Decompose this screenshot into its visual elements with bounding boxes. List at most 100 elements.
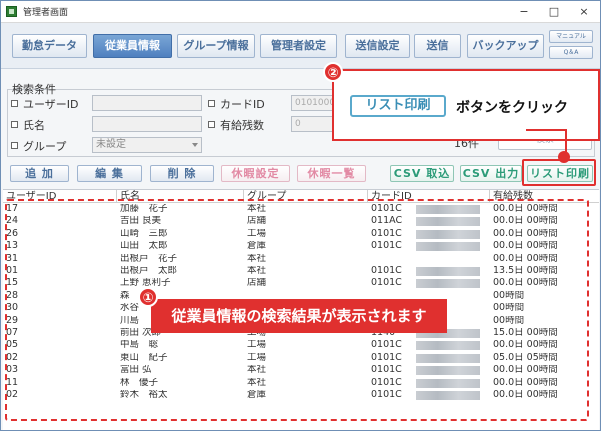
table-row[interactable]: 01 出根戸 太郎 本社 0101C 13.5日 00時間	[3, 266, 599, 276]
column-header-user-id[interactable]: ユーザーID	[3, 190, 117, 203]
table-cell-id: 24	[6, 216, 19, 227]
step1-banner: 従業員情報の検索結果が表示されます	[151, 299, 447, 333]
table-row[interactable]: 26 山崎 三郎 工場 0101C 00.0日 00時間	[3, 229, 599, 239]
table-cell-id: 02	[6, 390, 19, 400]
table-cell-group: 店舗	[247, 216, 267, 227]
column-header-card-id[interactable]: カードID	[368, 190, 490, 203]
column-header-name[interactable]: 氏名	[117, 190, 244, 203]
search-legend: 検索条件	[12, 83, 56, 96]
user-id-checkbox[interactable]	[11, 100, 18, 107]
name-label[interactable]: 氏名	[11, 117, 45, 133]
table-cell-id: 17	[6, 204, 19, 214]
table-cell-group: 本社	[247, 204, 267, 214]
add-button[interactable]: 追 加	[10, 165, 69, 182]
manual-button[interactable]: マニュアル	[549, 30, 593, 43]
tab-employee-info[interactable]: 従業員情報	[93, 34, 172, 58]
table-cell-leave: 00.0日 00時間	[493, 278, 558, 289]
table-cell-card: 0101C	[371, 241, 402, 252]
table-cell-leave: 00.0日 00時間	[493, 228, 558, 239]
table-cell-group: 工場	[247, 228, 267, 239]
table-cell-leave: 00.0日 00時間	[493, 204, 558, 214]
card-id-checkbox[interactable]	[208, 100, 215, 107]
main-toolbar: 勤怠データ 従業員情報 グループ情報 管理者設定 送信設定 送信 バックアップ …	[1, 23, 600, 69]
minimize-button[interactable]: −	[509, 1, 539, 22]
tab-group-info[interactable]: グループ情報	[177, 34, 255, 58]
table-cell-leave: 00.0日 00時間	[493, 390, 558, 400]
table-cell-leave: 05.0日 05時間	[493, 352, 558, 363]
backup-button[interactable]: バックアップ	[467, 34, 544, 58]
table-cell-leave: 00.0日 00時間	[493, 377, 558, 388]
close-button[interactable]: ×	[569, 1, 599, 22]
group-checkbox[interactable]	[11, 142, 18, 149]
table-cell-name: 出根戸 太郎	[120, 266, 178, 276]
table-cell-card: 0101C	[371, 278, 402, 289]
table-cell-name: 吉田 良美	[120, 216, 162, 227]
table-cell-group: 本社	[247, 266, 267, 276]
name-input[interactable]	[92, 116, 202, 132]
redacted-card-id	[416, 353, 480, 363]
qa-button[interactable]: Q＆A	[549, 46, 593, 59]
table-cell-leave: 00時間	[493, 315, 525, 326]
table-cell-group: 倉庫	[247, 390, 267, 400]
window-title: 管理者画面	[23, 8, 69, 18]
chevron-down-icon	[192, 143, 198, 147]
table-row[interactable]: 02 東山 紀子 工場 0101C 05.0日 05時間	[3, 353, 599, 363]
table-cell-group: 工場	[247, 340, 267, 351]
table-cell-leave: 13.5日 00時間	[493, 266, 558, 276]
table-row[interactable]: 17 加藤 花子 本社 0101C 00.0日 00時間	[3, 204, 599, 214]
card-id-label[interactable]: カードID	[208, 96, 265, 112]
name-checkbox[interactable]	[11, 121, 18, 128]
table-cell-group: 倉庫	[247, 241, 267, 252]
column-header-group[interactable]: グループ	[244, 190, 368, 203]
table-cell-card: 0101C	[371, 365, 402, 376]
table-cell-id: 05	[6, 340, 19, 351]
table-row[interactable]: 11 林 優子 本社 0101C 00.0日 00時間	[3, 378, 599, 388]
send-settings-button[interactable]: 送信設定	[345, 34, 410, 58]
leave-settings-button[interactable]: 休暇設定	[221, 165, 290, 182]
paid-leave-label[interactable]: 有給残数	[208, 117, 264, 133]
column-header-paid-leave[interactable]: 有給残数	[490, 190, 599, 203]
edit-button[interactable]: 編 集	[77, 165, 142, 182]
delete-button[interactable]: 削 除	[150, 165, 214, 182]
table-cell-name: 山崎 三郎	[120, 228, 168, 239]
csv-export-button[interactable]: CSV 出力	[460, 165, 522, 182]
table-row[interactable]: 13 山田 太郎 倉庫 0101C 00.0日 00時間	[3, 241, 599, 252]
table-header: ユーザーID 氏名 グループ カードID 有給残数	[3, 190, 599, 203]
table-cell-leave: 00.0日 00時間	[493, 253, 558, 264]
redacted-card-id	[416, 229, 480, 239]
table-row[interactable]: 15 上野 恵利子 店舗 0101C 00.0日 00時間	[3, 278, 599, 289]
step2-number: ②	[323, 62, 343, 82]
csv-import-button[interactable]: CSV 取込	[390, 165, 454, 182]
table-row[interactable]: 02 鈴木 裕太 倉庫 0101C 00.0日 00時間	[3, 390, 599, 400]
table-cell-card: 0101C	[371, 266, 402, 276]
tab-admin-settings[interactable]: 管理者設定	[260, 34, 337, 58]
callout-dot	[558, 151, 570, 163]
group-select[interactable]: 未設定	[92, 137, 202, 153]
table-cell-id: 03	[6, 365, 19, 376]
send-button[interactable]: 送信	[414, 34, 461, 58]
leave-list-button[interactable]: 休暇一覧	[297, 165, 366, 182]
callout-connector-horizontal	[526, 129, 567, 131]
table-cell-name: 富田 弘	[120, 365, 152, 376]
app-icon	[6, 6, 17, 17]
maximize-button[interactable]: □	[539, 1, 569, 22]
table-cell-leave: 00時間	[493, 303, 525, 314]
table-row[interactable]: 24 吉田 良美 店舗 011AC 00.0日 00時間	[3, 216, 599, 227]
paid-leave-input[interactable]: 0	[291, 116, 333, 132]
tab-attendance-data[interactable]: 勤怠データ	[12, 34, 87, 58]
paid-leave-checkbox[interactable]	[208, 121, 215, 128]
table-row[interactable]: 05 中島 聡 工場 0101C 00.0日 00時間	[3, 340, 599, 351]
user-id-label[interactable]: ユーザーID	[11, 96, 79, 112]
table-cell-name: 加藤 花子	[120, 204, 168, 214]
card-id-input[interactable]: 0101000	[291, 95, 333, 111]
table-row[interactable]: 03 富田 弘 本社 0101C 00.0日 00時間	[3, 365, 599, 376]
table-cell-leave: 00.0日 00時間	[493, 216, 558, 227]
table-cell-card: 0101C	[371, 340, 402, 351]
group-label[interactable]: グループ	[11, 138, 66, 154]
user-id-input[interactable]	[92, 95, 202, 111]
table-row[interactable]: 31 出根戸 花子 本社 00.0日 00時間	[3, 254, 599, 264]
step1-number: ①	[138, 287, 158, 307]
table-cell-name: 山田 太郎	[120, 241, 168, 252]
table-cell-card	[368, 254, 416, 264]
app-window: 管理者画面 − □ × 勤怠データ 従業員情報 グループ情報 管理者設定 送信設…	[0, 0, 601, 431]
